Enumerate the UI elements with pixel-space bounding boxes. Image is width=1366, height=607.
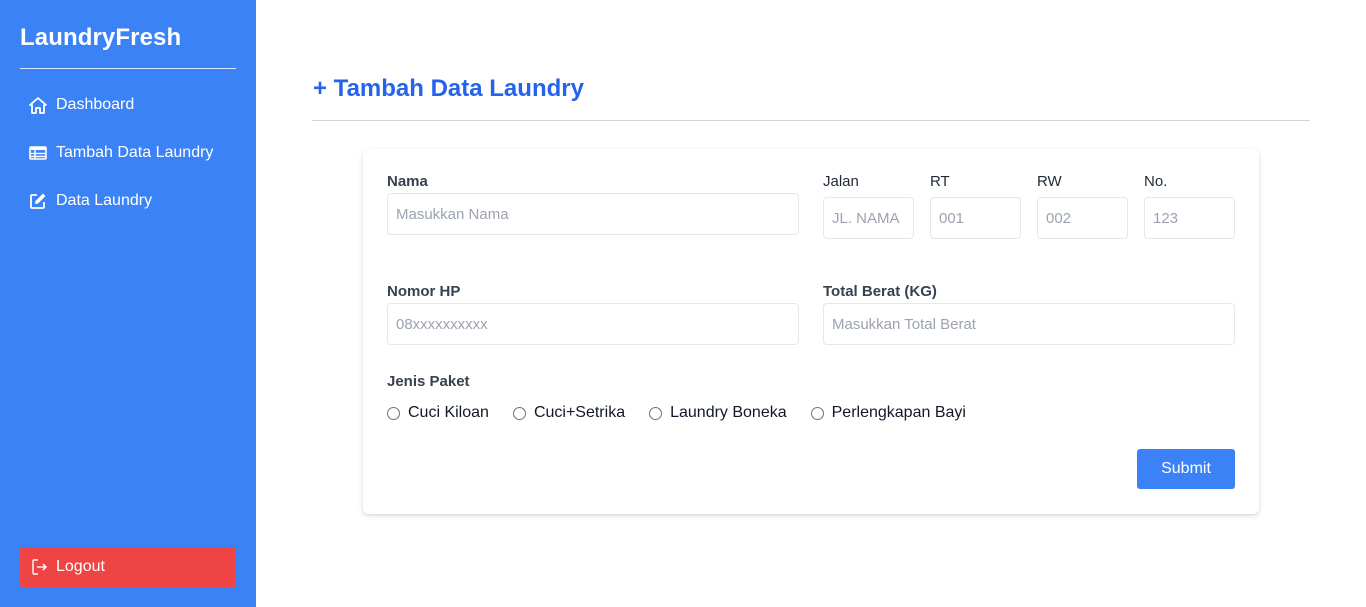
sidebar-item-dashboard[interactable]: Dashboard [28, 93, 134, 117]
logout-icon [30, 557, 50, 577]
radio-label: Laundry Boneka [670, 404, 787, 421]
no-input[interactable] [1144, 197, 1235, 239]
radio-circle[interactable] [810, 406, 824, 420]
no-label: No. [1144, 173, 1168, 190]
logout-button[interactable]: Logout [20, 547, 236, 587]
radio-cuci-setrika[interactable]: Cuci+Setrika [512, 404, 626, 422]
nama-input[interactable] [387, 193, 799, 235]
radio-perlengkapan-bayi[interactable]: Perlengkapan Bayi [810, 404, 966, 422]
radio-cuci-kiloan[interactable]: Cuci Kiloan [387, 404, 489, 422]
sidebar-item-label: Dashboard [56, 96, 135, 113]
radio-label: Cuci Kiloan [408, 404, 489, 421]
radio-label: Cuci+Setrika [533, 404, 626, 421]
jalan-input[interactable] [823, 197, 914, 239]
sidebar-item-label: Data Laundry [56, 192, 153, 209]
table-icon [28, 143, 48, 163]
radio-label: Perlengkapan Bayi [831, 404, 966, 421]
rw-label: RW [1037, 173, 1062, 190]
nomor-hp-label: Nomor HP [387, 283, 461, 300]
nomor-hp-input[interactable] [387, 303, 799, 345]
radio-circle[interactable] [512, 406, 526, 420]
jenis-paket-label: Jenis Paket [387, 373, 470, 390]
jenis-paket-radio-group: Cuci Kiloan Cuci+Setrika Laundry Boneka … [387, 403, 990, 423]
home-icon [28, 95, 48, 115]
jalan-label: Jalan [823, 173, 859, 190]
title-divider [312, 120, 1310, 121]
radio-laundry-boneka[interactable]: Laundry Boneka [649, 404, 787, 422]
sidebar-divider [20, 68, 236, 69]
add-laundry-form: Nama Jalan RT RW No. Nomor HP Total Bera… [363, 149, 1259, 514]
radio-circle[interactable] [387, 406, 400, 420]
brand-logo[interactable]: LaundryFresh [20, 24, 181, 52]
submit-button[interactable]: Submit [1137, 449, 1235, 489]
rw-input[interactable] [1037, 197, 1128, 239]
page-title: + Tambah Data Laundry [313, 75, 584, 102]
rt-label: RT [930, 173, 950, 190]
sidebar-item-tambah-data-laundry[interactable]: Tambah Data Laundry [28, 141, 213, 165]
total-berat-label: Total Berat (KG) [823, 283, 937, 300]
nama-label: Nama [387, 173, 428, 190]
logout-label: Logout [56, 558, 105, 575]
rt-input[interactable] [930, 197, 1021, 239]
sidebar-item-label: Tambah Data Laundry [56, 144, 214, 161]
radio-circle[interactable] [649, 406, 663, 420]
sidebar: LaundryFresh Dashboard Tambah Data Laund… [0, 0, 256, 607]
edit-icon [28, 191, 48, 211]
sidebar-item-data-laundry[interactable]: Data Laundry [28, 189, 152, 213]
total-berat-input[interactable] [823, 303, 1235, 345]
